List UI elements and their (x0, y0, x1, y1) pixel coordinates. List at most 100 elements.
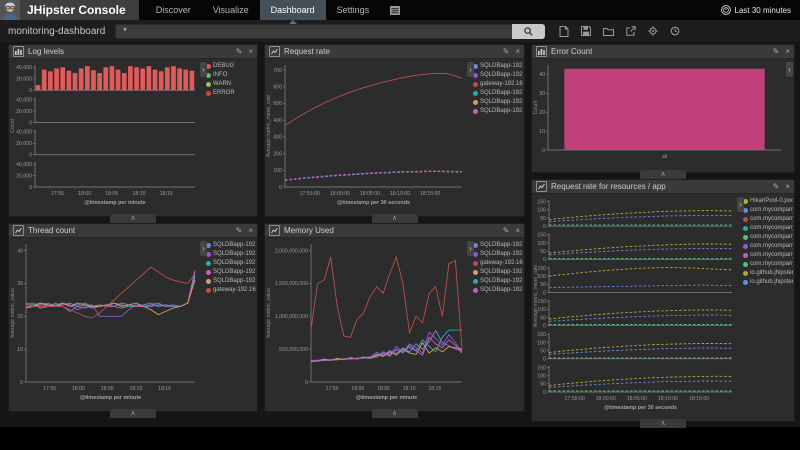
legend-item[interactable]: SQLDBapp-192.168.4.. (473, 268, 523, 277)
legend-item[interactable]: SQLDBapp-192.168.4.. (473, 98, 523, 107)
svg-text:18:00: 18:00 (78, 191, 91, 197)
legend-color-dot (743, 253, 748, 258)
share-icon[interactable] (626, 26, 636, 36)
edit-icon[interactable]: ✎ (503, 224, 510, 238)
svg-text:100: 100 (273, 168, 282, 174)
close-icon[interactable]: × (785, 45, 790, 59)
legend-collapse-button[interactable]: › (200, 241, 207, 256)
svg-text:50: 50 (540, 315, 546, 321)
memory-used-chart[interactable]: 0500,000,0001,000,000,0001,500,000,0002,… (265, 239, 467, 402)
legend-collapse-button[interactable]: › (737, 197, 744, 212)
legend-collapse-button[interactable]: › (467, 62, 474, 77)
resources-rate-chart[interactable]: 0501001500501001500501001500501001500501… (532, 195, 737, 412)
legend-item[interactable]: SQLDBapp-192.168.4.. (206, 277, 256, 286)
legend-item[interactable]: SQLDBapp-192.168.4.. (473, 241, 523, 250)
time-picker[interactable]: Last 30 minutes (721, 0, 800, 20)
panel-error-count-header[interactable]: Error Count ✎ × (532, 45, 794, 59)
collapse-chevron[interactable]: ∧ (372, 409, 418, 418)
panel-log-levels-header[interactable]: Log levels ✎ × (9, 45, 257, 59)
thread-count-chart[interactable]: 01020304017:5518:0018:0518:1018:15@times… (9, 239, 200, 402)
legend-item[interactable]: INFO (206, 71, 256, 80)
legend-item[interactable]: SQLDBapp-192.168.4.. (473, 277, 523, 286)
jhipster-logo-icon (0, 0, 20, 20)
legend-label: com.mycompany.myap.. (750, 224, 793, 233)
legend-item[interactable]: SQLDBapp-192.168.4.. (473, 89, 523, 98)
legend-item[interactable]: SQLDBapp-192.168.4.. (473, 250, 523, 259)
nav-item-visualize[interactable]: Visualize (202, 0, 260, 20)
legend-collapse-button[interactable]: › (467, 241, 474, 256)
legend-label: SQLDBapp-192.168.4.. (480, 71, 523, 80)
save-icon[interactable] (581, 26, 591, 36)
legend-collapse-button[interactable]: › (200, 62, 207, 77)
legend-item[interactable]: WARN (206, 80, 256, 89)
legend-item[interactable]: com.mycompany.myap.. (743, 260, 793, 269)
svg-text:100: 100 (537, 373, 546, 379)
collapse-chevron[interactable]: ∧ (640, 170, 686, 179)
legend-item[interactable]: io.github.jhipster.web.r.. (743, 278, 793, 287)
legend-item[interactable]: SQLDBapp-192.168.4.. (206, 259, 256, 268)
collapse-chevron[interactable]: ∧ (110, 214, 156, 223)
collapse-chevron[interactable]: ∧ (640, 419, 686, 428)
brand-link[interactable]: JHipster Console (0, 0, 139, 20)
legend-item[interactable]: gateway-192.168.43.8.. (473, 259, 523, 268)
legend-item[interactable]: gateway-192.168.43.8.. (473, 80, 523, 89)
search-input[interactable] (115, 24, 512, 39)
panel-resources-rate-header[interactable]: Request rate for resources / app ✎ × (532, 180, 794, 194)
edit-icon[interactable]: ✎ (503, 45, 510, 59)
gear-icon[interactable] (648, 26, 658, 36)
search-button[interactable] (512, 24, 545, 39)
edit-icon[interactable]: ✎ (773, 180, 780, 194)
request-rate-chart[interactable]: 010020030040050060070017:55:0018:00:0018… (265, 60, 467, 207)
svg-text:600: 600 (273, 85, 282, 91)
svg-text:18:15:00: 18:15:00 (420, 191, 440, 197)
new-document-icon[interactable] (559, 26, 569, 37)
nav-item-settings[interactable]: Settings (326, 0, 381, 20)
legend-item[interactable]: com.mycompany.myap.. (743, 242, 793, 251)
edit-icon[interactable]: ✎ (236, 224, 243, 238)
legend-item[interactable]: com.mycompany.myap.. (743, 215, 793, 224)
panel-memory-used-header[interactable]: Memory Used ✎ × (265, 224, 524, 238)
menu-icon[interactable] (380, 0, 410, 20)
close-icon[interactable]: × (785, 180, 790, 194)
open-folder-icon[interactable] (603, 27, 614, 36)
panel-request-rate-header[interactable]: Request rate ✎ × (265, 45, 524, 59)
legend-item[interactable]: com.mycompany.myap.. (743, 206, 793, 215)
error-count-chart[interactable]: 010203040allCount (532, 60, 786, 163)
close-icon[interactable]: × (248, 224, 253, 238)
collapse-chevron[interactable]: ∧ (110, 409, 156, 418)
legend-item[interactable]: SQLDBapp-192.168.4.. (206, 250, 256, 259)
svg-text:40,000: 40,000 (16, 65, 32, 71)
legend-item[interactable]: SQLDBapp-192.168.4.. (206, 241, 256, 250)
legend-item[interactable]: SQLDBapp-192.168.4.. (206, 268, 256, 277)
legend-item[interactable]: DEBUG (206, 62, 256, 71)
legend-item[interactable]: com.mycompany.myap.. (743, 233, 793, 242)
legend-label: SQLDBapp-192.168.4.. (480, 250, 523, 259)
svg-text:0: 0 (279, 185, 282, 191)
edit-icon[interactable]: ✎ (236, 45, 243, 59)
legend-item[interactable]: ERROR (206, 89, 256, 98)
edit-icon[interactable]: ✎ (773, 45, 780, 59)
svg-text:18:00: 18:00 (351, 386, 364, 392)
legend-item[interactable]: gateway-192.168.43.8.. (206, 286, 256, 295)
legend-label: com.mycompany.myap.. (750, 242, 793, 251)
close-icon[interactable]: × (515, 224, 520, 238)
legend-expand-button[interactable]: ‹ (786, 62, 793, 77)
panel-thread-count-header[interactable]: Thread count ✎ × (9, 224, 257, 238)
close-icon[interactable]: × (248, 45, 253, 59)
legend-item[interactable]: SQLDBapp-192.168.4.. (473, 286, 523, 295)
legend-item[interactable]: SQLDBapp-192.168.4.. (473, 107, 523, 116)
legend-item[interactable]: com.mycompany.myap.. (743, 251, 793, 260)
legend-item[interactable]: com.mycompany.myap.. (743, 224, 793, 233)
log-levels-chart[interactable]: 020,00040,000020,00040,000020,00040,0000… (9, 60, 200, 207)
nav-item-dashboard[interactable]: Dashboard (260, 0, 326, 20)
legend-item[interactable]: io.github.jhipster.web.r.. (743, 269, 793, 278)
collapse-chevron[interactable]: ∧ (372, 214, 418, 223)
svg-text:300: 300 (273, 135, 282, 141)
close-icon[interactable]: × (515, 45, 520, 59)
svg-text:1,000,000,000: 1,000,000,000 (275, 314, 308, 320)
legend-item[interactable]: SQLDBapp-192.168.4.. (473, 71, 523, 80)
nav-item-discover[interactable]: Discover (145, 0, 202, 20)
legend-item[interactable]: SQLDBapp-192.168.4.. (473, 62, 523, 71)
legend-item[interactable]: HikariPool-0.pool.Wait (743, 197, 793, 206)
clock-toggle-icon[interactable] (670, 26, 680, 36)
